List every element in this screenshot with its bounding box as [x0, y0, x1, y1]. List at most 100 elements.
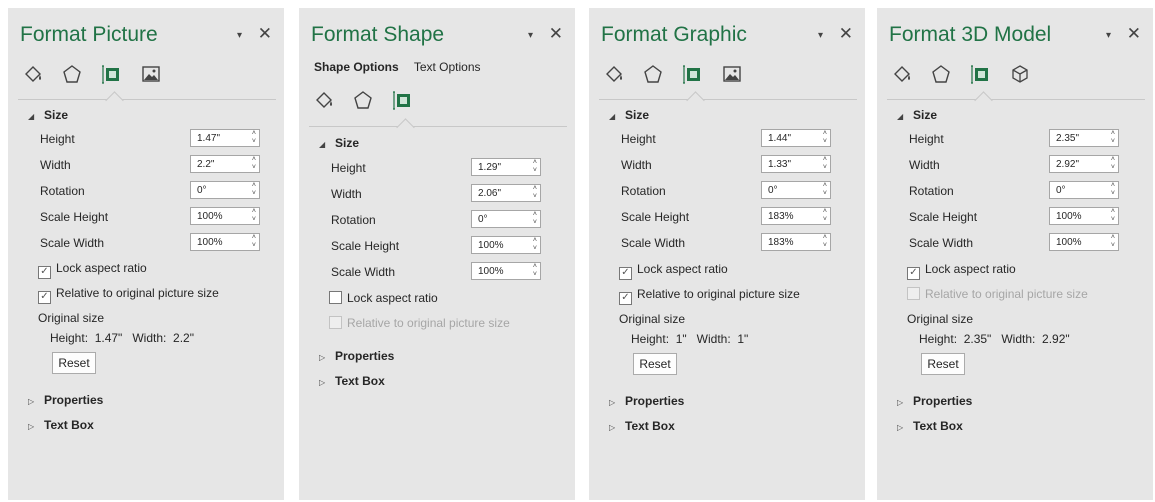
- scale-height-row: Scale Height 183% ˄ ˅: [621, 207, 849, 227]
- close-pane-button[interactable]: ✕: [1127, 24, 1141, 44]
- fill-line-icon[interactable]: [891, 63, 915, 85]
- width-label: Width: [331, 187, 362, 201]
- pane-options-dropdown[interactable]: ▾: [818, 30, 823, 41]
- close-pane-button[interactable]: ✕: [839, 24, 853, 44]
- fill-line-icon[interactable]: [313, 89, 337, 111]
- active-tab-indicator: [686, 91, 705, 110]
- scale-width-row: Scale Width 100% ˄ ˅: [909, 233, 1137, 253]
- text-box-section-header[interactable]: ▷ Text Box: [609, 419, 675, 433]
- size-section-header[interactable]: ◢ Size: [319, 136, 359, 150]
- relative-to-original-checkbox: Relative to original picture size: [907, 287, 1088, 301]
- active-tab-indicator: [105, 91, 124, 110]
- effects-pentagon-icon[interactable]: [352, 89, 376, 111]
- pane-options-dropdown[interactable]: ▾: [1106, 30, 1111, 41]
- scale-height-row: Scale Height 100% ˄ ˅: [909, 207, 1137, 227]
- relative-to-original-checkbox[interactable]: ✓ Relative to original picture size: [38, 286, 219, 304]
- rotation-spinner[interactable]: 0° ˄ ˅: [471, 210, 541, 228]
- close-pane-button[interactable]: ✕: [258, 24, 272, 44]
- height-row: Height 2.35" ˄ ˅: [909, 129, 1137, 149]
- rotation-spinner[interactable]: 0° ˄ ˅: [761, 181, 831, 199]
- reset-button[interactable]: Reset: [921, 353, 965, 375]
- fill-line-icon[interactable]: [22, 63, 46, 85]
- size-properties-icon[interactable]: [970, 63, 994, 85]
- scale-height-spinner[interactable]: 100% ˄ ˅: [190, 207, 260, 225]
- original-size-values: Height: 1" Width: 1": [631, 332, 749, 346]
- scale-width-spinner[interactable]: 100% ˄ ˅: [1049, 233, 1119, 251]
- scale-height-spinner[interactable]: 100% ˄ ˅: [1049, 207, 1119, 225]
- height-spinner[interactable]: 1.29" ˄ ˅: [471, 158, 541, 176]
- text-box-section-header[interactable]: ▷ Text Box: [897, 419, 963, 433]
- height-label: Height: [909, 132, 944, 146]
- height-label: Height: [40, 132, 75, 146]
- properties-section-header[interactable]: ▷ Properties: [319, 349, 394, 363]
- scale-width-row: Scale Width 100% ˄ ˅: [331, 262, 559, 282]
- properties-section-header[interactable]: ▷ Properties: [897, 394, 972, 408]
- width-label: Width: [40, 158, 71, 172]
- rotation-row: Rotation 0° ˄ ˅: [621, 181, 849, 201]
- tab-shape-options[interactable]: Shape Options: [314, 60, 399, 74]
- tab-text-options[interactable]: Text Options: [414, 60, 481, 74]
- scale-height-label: Scale Height: [621, 210, 690, 224]
- reset-button[interactable]: Reset: [633, 353, 677, 375]
- scale-height-label: Scale Height: [40, 210, 109, 224]
- scale-height-spinner[interactable]: 100% ˄ ˅: [471, 236, 541, 254]
- size-properties-icon[interactable]: [392, 89, 416, 111]
- size-properties-icon[interactable]: [101, 63, 125, 85]
- lock-aspect-checkbox[interactable]: ✓ Lock aspect ratio: [38, 261, 147, 279]
- effects-pentagon-icon[interactable]: [642, 63, 666, 85]
- size-properties-icon[interactable]: [682, 63, 706, 85]
- category-icons: [313, 89, 427, 115]
- text-box-section-header[interactable]: ▷ Text Box: [319, 374, 385, 388]
- rotation-label: Rotation: [40, 184, 85, 198]
- scale-width-spinner[interactable]: 100% ˄ ˅: [471, 262, 541, 280]
- lock-aspect-checkbox[interactable]: Lock aspect ratio: [329, 291, 438, 305]
- height-spinner[interactable]: 2.35" ˄ ˅: [1049, 129, 1119, 147]
- pane-title: Format Picture: [20, 23, 158, 46]
- text-box-section-header[interactable]: ▷ Text Box: [28, 418, 94, 432]
- format-3d-model-pane: Format 3D Model ▾ ✕ ◢ Size Height 2.35" ˄ ˅…: [877, 8, 1153, 500]
- format-picture-pane: Format Picture ▾ ✕ ◢ Size Height 1.47" ˄ ˅ …: [8, 8, 284, 500]
- 3d-model-icon[interactable]: [1009, 63, 1033, 85]
- picture-icon[interactable]: [140, 63, 164, 85]
- effects-pentagon-icon[interactable]: [930, 63, 954, 85]
- tab-separator: [18, 99, 276, 100]
- scale-width-spinner[interactable]: 183% ˄ ˅: [761, 233, 831, 251]
- fill-line-icon[interactable]: [603, 63, 627, 85]
- rotation-spinner[interactable]: 0° ˄ ˅: [1049, 181, 1119, 199]
- lock-aspect-checkbox[interactable]: ✓ Lock aspect ratio: [619, 262, 728, 280]
- properties-section-header[interactable]: ▷ Properties: [609, 394, 684, 408]
- rotation-row: Rotation 0° ˄ ˅: [331, 210, 559, 230]
- pane-options-dropdown[interactable]: ▾: [237, 30, 242, 41]
- width-spinner[interactable]: 2.2" ˄ ˅: [190, 155, 260, 173]
- height-spinner[interactable]: 1.44" ˄ ˅: [761, 129, 831, 147]
- height-row: Height 1.29" ˄ ˅: [331, 158, 559, 178]
- pane-title: Format 3D Model: [889, 23, 1052, 46]
- size-section-header[interactable]: ◢ Size: [609, 108, 649, 122]
- active-tab-indicator: [974, 91, 993, 110]
- size-section-header[interactable]: ◢ Size: [28, 108, 68, 122]
- height-spinner[interactable]: 1.47" ˄ ˅: [190, 129, 260, 147]
- width-spinner[interactable]: 2.06" ˄ ˅: [471, 184, 541, 202]
- pane-options-dropdown[interactable]: ▾: [528, 30, 533, 41]
- effects-pentagon-icon[interactable]: [61, 63, 85, 85]
- picture-icon[interactable]: [721, 63, 745, 85]
- scale-width-spinner[interactable]: 100% ˄ ˅: [190, 233, 260, 251]
- width-spinner[interactable]: 1.33" ˄ ˅: [761, 155, 831, 173]
- properties-section-header[interactable]: ▷ Properties: [28, 393, 103, 407]
- scale-width-label: Scale Width: [40, 236, 105, 250]
- relative-to-original-checkbox[interactable]: ✓ Relative to original picture size: [619, 287, 800, 305]
- reset-button[interactable]: Reset: [52, 352, 96, 374]
- scale-width-row: Scale Width 183% ˄ ˅: [621, 233, 849, 253]
- close-pane-button[interactable]: ✕: [549, 24, 563, 44]
- scale-height-label: Scale Height: [909, 210, 978, 224]
- rotation-spinner[interactable]: 0° ˄ ˅: [190, 181, 260, 199]
- size-section-header[interactable]: ◢ Size: [897, 108, 937, 122]
- width-spinner[interactable]: 2.92" ˄ ˅: [1049, 155, 1119, 173]
- rotation-label: Rotation: [621, 184, 666, 198]
- width-row: Width 2.06" ˄ ˅: [331, 184, 559, 204]
- scale-height-spinner[interactable]: 183% ˄ ˅: [761, 207, 831, 225]
- category-icons: [22, 63, 175, 89]
- lock-aspect-checkbox[interactable]: ✓ Lock aspect ratio: [907, 262, 1016, 280]
- format-graphic-pane: Format Graphic ▾ ✕ ◢ Size Height 1.44" ˄ ˅ …: [589, 8, 865, 500]
- height-row: Height 1.47" ˄ ˅: [40, 129, 268, 149]
